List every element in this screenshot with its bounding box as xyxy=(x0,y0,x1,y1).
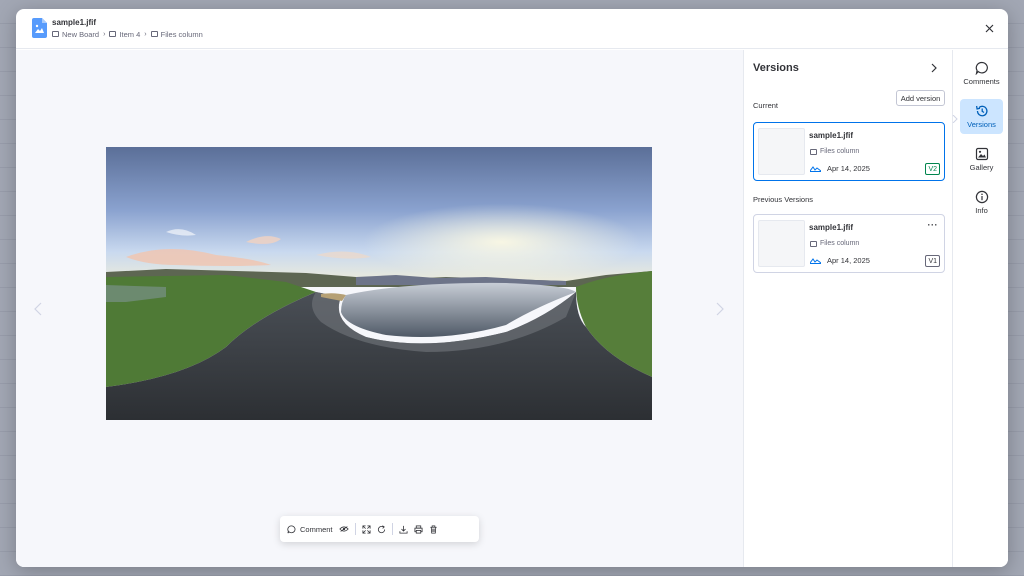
comment-icon xyxy=(287,524,296,533)
rail-item-versions[interactable]: Versions xyxy=(960,99,1003,134)
modal-header: sample1.jfif New Board › Item 4 › Files … xyxy=(16,9,1008,49)
fullscreen-button[interactable] xyxy=(362,520,371,538)
side-rail: Comments Versions Gallery Info xyxy=(952,50,1008,567)
add-version-button[interactable]: Add version xyxy=(896,90,945,106)
printer-icon xyxy=(414,524,423,534)
version-date: Apr 14, 2025 xyxy=(810,164,870,173)
previous-version-card[interactable]: sample1.jfif ··· Files column Apr 14, 20… xyxy=(753,214,945,273)
close-icon xyxy=(985,24,993,32)
version-column-label: Files column xyxy=(820,240,860,247)
column-icon xyxy=(810,148,817,155)
rail-item-label: Gallery xyxy=(969,163,994,172)
breadcrumb-column-label: Files column xyxy=(160,29,203,39)
breadcrumb: New Board › Item 4 › Files column xyxy=(52,29,203,39)
version-file-name: sample1.jfif xyxy=(809,223,854,232)
chevron-right-icon: › xyxy=(103,30,106,38)
toggle-visibility-button[interactable] xyxy=(338,520,349,538)
next-image-button[interactable] xyxy=(714,300,726,318)
board-icon xyxy=(52,31,59,37)
download-icon xyxy=(399,525,408,534)
item-icon xyxy=(109,31,117,37)
comment-icon xyxy=(975,61,988,75)
chevron-right-icon: › xyxy=(144,30,147,38)
version-date: Apr 14, 2025 xyxy=(810,256,870,265)
print-button[interactable] xyxy=(414,520,423,538)
breadcrumb-item[interactable]: Item 4 xyxy=(109,30,140,39)
rail-item-info[interactable]: Info xyxy=(960,185,1003,220)
rail-item-comments[interactable]: Comments xyxy=(960,56,1003,91)
column-icon xyxy=(150,31,158,37)
rail-item-label: Comments xyxy=(963,77,1000,86)
panorama-image xyxy=(106,147,652,420)
eye-off-icon xyxy=(338,526,349,532)
rotate-icon xyxy=(377,524,385,533)
download-button[interactable] xyxy=(399,520,408,538)
rail-item-label: Versions xyxy=(967,120,996,129)
version-date-label: Apr 14, 2025 xyxy=(827,256,870,265)
version-thumbnail xyxy=(758,128,805,175)
chevron-right-icon xyxy=(931,63,937,73)
version-file-name: sample1.jfif xyxy=(809,131,854,140)
breadcrumb-board[interactable]: New Board xyxy=(52,30,99,39)
breadcrumb-item-label: Item 4 xyxy=(119,29,141,39)
previous-image-button[interactable] xyxy=(32,300,44,318)
chevron-right-icon xyxy=(716,302,724,316)
rail-item-gallery[interactable]: Gallery xyxy=(960,142,1003,177)
version-badge: V2 xyxy=(925,163,940,175)
breadcrumb-board-label: New Board xyxy=(62,29,100,39)
delete-button[interactable] xyxy=(429,520,438,538)
current-version-card[interactable]: sample1.jfif Files column Apr 14, 2025 V… xyxy=(753,122,945,181)
active-rail-pointer-icon xyxy=(952,115,958,123)
trash-icon xyxy=(429,524,437,534)
expand-icon xyxy=(362,524,371,534)
versions-panel-title: Versions xyxy=(753,62,799,74)
uploader-avatar-icon xyxy=(810,257,821,264)
comment-button-label: Comment xyxy=(300,524,333,534)
viewer-toolbar: Comment xyxy=(280,516,479,542)
file-title: sample1.jfif xyxy=(52,18,97,27)
version-thumbnail xyxy=(758,220,805,267)
info-icon xyxy=(975,190,988,204)
breadcrumb-column[interactable]: Files column xyxy=(150,29,203,39)
toolbar-divider xyxy=(391,523,393,535)
file-preview-modal: sample1.jfif New Board › Item 4 › Files … xyxy=(16,9,1008,567)
rail-item-label: Info xyxy=(975,206,988,215)
image-file-icon xyxy=(32,18,47,38)
rotate-button[interactable] xyxy=(377,520,386,538)
gallery-icon xyxy=(975,147,988,161)
version-column: Files column xyxy=(810,240,859,247)
version-date-label: Apr 14, 2025 xyxy=(827,164,870,173)
version-badge: V1 xyxy=(925,255,940,267)
version-column: Files column xyxy=(810,148,859,155)
image-viewer: Comment xyxy=(16,50,743,567)
current-section-label: Current xyxy=(753,101,779,110)
close-button[interactable] xyxy=(982,21,996,35)
previous-versions-label: Previous Versions xyxy=(753,195,814,204)
version-more-options-button[interactable]: ··· xyxy=(928,220,939,230)
versions-panel: Versions Current Add version sample1.jfi… xyxy=(743,50,952,567)
chevron-left-icon xyxy=(34,302,42,316)
uploader-avatar-icon xyxy=(810,165,821,172)
toolbar-divider xyxy=(354,523,356,535)
history-icon xyxy=(975,105,988,117)
column-icon xyxy=(810,240,817,247)
comment-button[interactable]: Comment xyxy=(287,520,333,538)
collapse-panel-button[interactable] xyxy=(927,61,941,75)
version-column-label: Files column xyxy=(820,148,860,155)
